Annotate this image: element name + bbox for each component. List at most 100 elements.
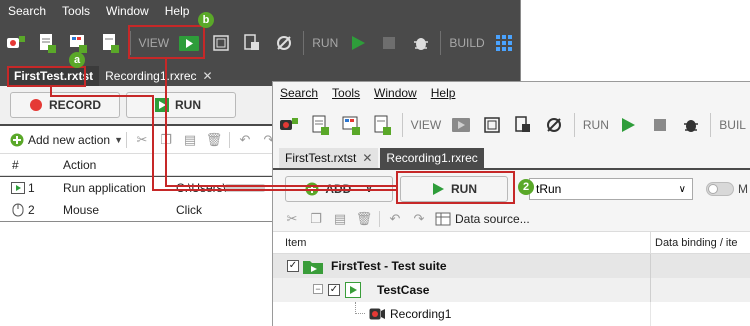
run-play-icon[interactable] bbox=[347, 32, 368, 54]
build-grid-icon[interactable] bbox=[494, 32, 515, 54]
screenshot-stage: Search Tools Window Help VIEW RUN BUILD … bbox=[0, 0, 750, 326]
testcase-checkbox[interactable]: ✓ bbox=[328, 284, 340, 296]
add-test-icon[interactable] bbox=[36, 32, 57, 54]
screenshot-icon[interactable] bbox=[210, 32, 231, 54]
tools-icon[interactable] bbox=[273, 32, 294, 54]
col-item: Item bbox=[285, 236, 307, 249]
add-module-icon[interactable] bbox=[68, 32, 89, 54]
col-action: Action bbox=[63, 157, 97, 172]
data-source-icon bbox=[435, 212, 451, 225]
separator bbox=[125, 131, 127, 148]
tree-row-suite[interactable]: ✓ FirstTest - Test suite bbox=[273, 254, 750, 278]
stop-icon[interactable] bbox=[649, 114, 670, 136]
record-icon bbox=[29, 99, 42, 111]
view-play-icon[interactable] bbox=[450, 114, 471, 136]
paste-icon[interactable]: ▤ bbox=[331, 210, 349, 228]
add-module-icon[interactable] bbox=[340, 114, 361, 136]
spy-icon[interactable] bbox=[513, 114, 534, 136]
test-selector-dropdown[interactable]: tRun ∨ bbox=[529, 178, 693, 200]
run-label: RUN bbox=[582, 118, 609, 132]
highlight-run-button bbox=[396, 171, 515, 204]
tree-header: Item Data binding / ite bbox=[273, 232, 750, 254]
test-case-icon bbox=[345, 282, 361, 298]
undo-icon[interactable]: ↶ bbox=[236, 131, 254, 149]
mouse-icon bbox=[12, 203, 24, 217]
redo-icon[interactable]: ↷ bbox=[410, 210, 428, 228]
add-file-icon[interactable] bbox=[371, 114, 392, 136]
row-value: Click bbox=[176, 203, 202, 217]
record-new-icon[interactable] bbox=[278, 114, 299, 136]
connector-line bbox=[152, 95, 154, 191]
highlight-view-button bbox=[128, 25, 205, 59]
test-suite-icon bbox=[303, 261, 323, 274]
add-icon[interactable] bbox=[10, 133, 24, 147]
tab-label: FirstTest.rxtst bbox=[285, 151, 357, 165]
toggle-label: M bbox=[738, 182, 748, 196]
cut-icon[interactable]: ✂ bbox=[283, 210, 301, 228]
col-divider bbox=[650, 302, 651, 326]
tab-label: Recording1.rxrec bbox=[105, 69, 197, 83]
tab-label: Recording1.rxrec bbox=[386, 151, 478, 165]
menu-tools[interactable]: Tools bbox=[54, 4, 98, 18]
view-label: VIEW bbox=[410, 118, 442, 132]
delete-icon[interactable]: 🗑 bbox=[205, 131, 223, 149]
suite-checkbox[interactable]: ✓ bbox=[287, 260, 299, 272]
row-action: Mouse bbox=[63, 203, 100, 217]
menu-search[interactable]: Search bbox=[0, 4, 54, 18]
front-menubar: Search Tools Window Help bbox=[273, 82, 750, 104]
menu-tools[interactable]: Tools bbox=[325, 86, 367, 100]
stop-icon[interactable] bbox=[379, 32, 400, 54]
cut-icon[interactable]: ✂ bbox=[133, 131, 151, 149]
toolbar-separator bbox=[401, 113, 403, 137]
close-icon[interactable]: ✕ bbox=[362, 151, 372, 165]
debug-bug-icon[interactable] bbox=[410, 32, 431, 54]
col-divider bbox=[650, 232, 651, 254]
toolbar-separator bbox=[303, 31, 305, 55]
badge-a: a bbox=[69, 52, 85, 68]
screenshot-icon[interactable] bbox=[481, 114, 502, 136]
tab-recording1[interactable]: Recording1.rxrec bbox=[380, 148, 484, 168]
copy-icon[interactable]: ❐ bbox=[307, 210, 325, 228]
separator bbox=[228, 131, 230, 148]
spy-icon[interactable] bbox=[242, 32, 263, 54]
run-application-icon bbox=[11, 182, 25, 194]
close-icon[interactable]: ✕ bbox=[203, 69, 213, 83]
menu-window[interactable]: Window bbox=[98, 4, 157, 18]
connector-line bbox=[165, 185, 396, 187]
paste-icon[interactable]: ▤ bbox=[181, 131, 199, 149]
menu-search[interactable]: Search bbox=[273, 86, 325, 100]
run-play-icon[interactable] bbox=[618, 114, 639, 136]
row-number: 1 bbox=[28, 181, 35, 195]
menu-help[interactable]: Help bbox=[157, 4, 198, 18]
tab-recording1[interactable]: Recording1.rxrec ✕ bbox=[99, 66, 218, 86]
toolbar-separator bbox=[440, 31, 442, 55]
add-test-icon[interactable] bbox=[309, 114, 330, 136]
tools-icon[interactable] bbox=[544, 114, 565, 136]
add-file-icon[interactable] bbox=[99, 32, 120, 54]
data-source-button[interactable]: Data source... bbox=[455, 212, 530, 226]
add-new-action-label[interactable]: Add new action bbox=[28, 133, 110, 147]
row-value: C:\Users\ bbox=[176, 181, 227, 195]
menu-window[interactable]: Window bbox=[367, 86, 424, 100]
run-label: RUN bbox=[312, 36, 339, 50]
menu-help[interactable]: Help bbox=[424, 86, 463, 100]
debug-bug-icon[interactable] bbox=[680, 114, 701, 136]
toolbar-separator bbox=[573, 113, 575, 137]
chevron-down-icon: ∨ bbox=[678, 183, 686, 195]
toggle-knob bbox=[708, 184, 718, 194]
chevron-down-icon[interactable]: ▼ bbox=[114, 135, 123, 145]
tree-row-testcase[interactable]: − ✓ TestCase bbox=[273, 278, 750, 302]
delete-icon[interactable]: 🗑 bbox=[355, 210, 373, 228]
toggle-switch[interactable] bbox=[706, 182, 734, 196]
front-edit-toolbar: ✂ ❐ ▤ 🗑 ↶ ↷ Data source... bbox=[273, 206, 750, 232]
tree-connector: − bbox=[313, 284, 323, 294]
undo-icon[interactable]: ↶ bbox=[386, 210, 404, 228]
front-toolbar: VIEW RUN BUIL bbox=[273, 104, 750, 146]
front-tabbar: FirstTest.rxtst ✕ Recording1.rxrec bbox=[273, 148, 750, 170]
col-divider bbox=[650, 254, 651, 278]
badge-step-2: 2 bbox=[518, 179, 534, 195]
record-new-icon[interactable] bbox=[5, 32, 26, 54]
tree-row-recording[interactable]: Recording1 bbox=[273, 302, 750, 326]
tab-firsttest[interactable]: FirstTest.rxtst ✕ bbox=[279, 148, 379, 168]
connector-line bbox=[50, 95, 154, 97]
